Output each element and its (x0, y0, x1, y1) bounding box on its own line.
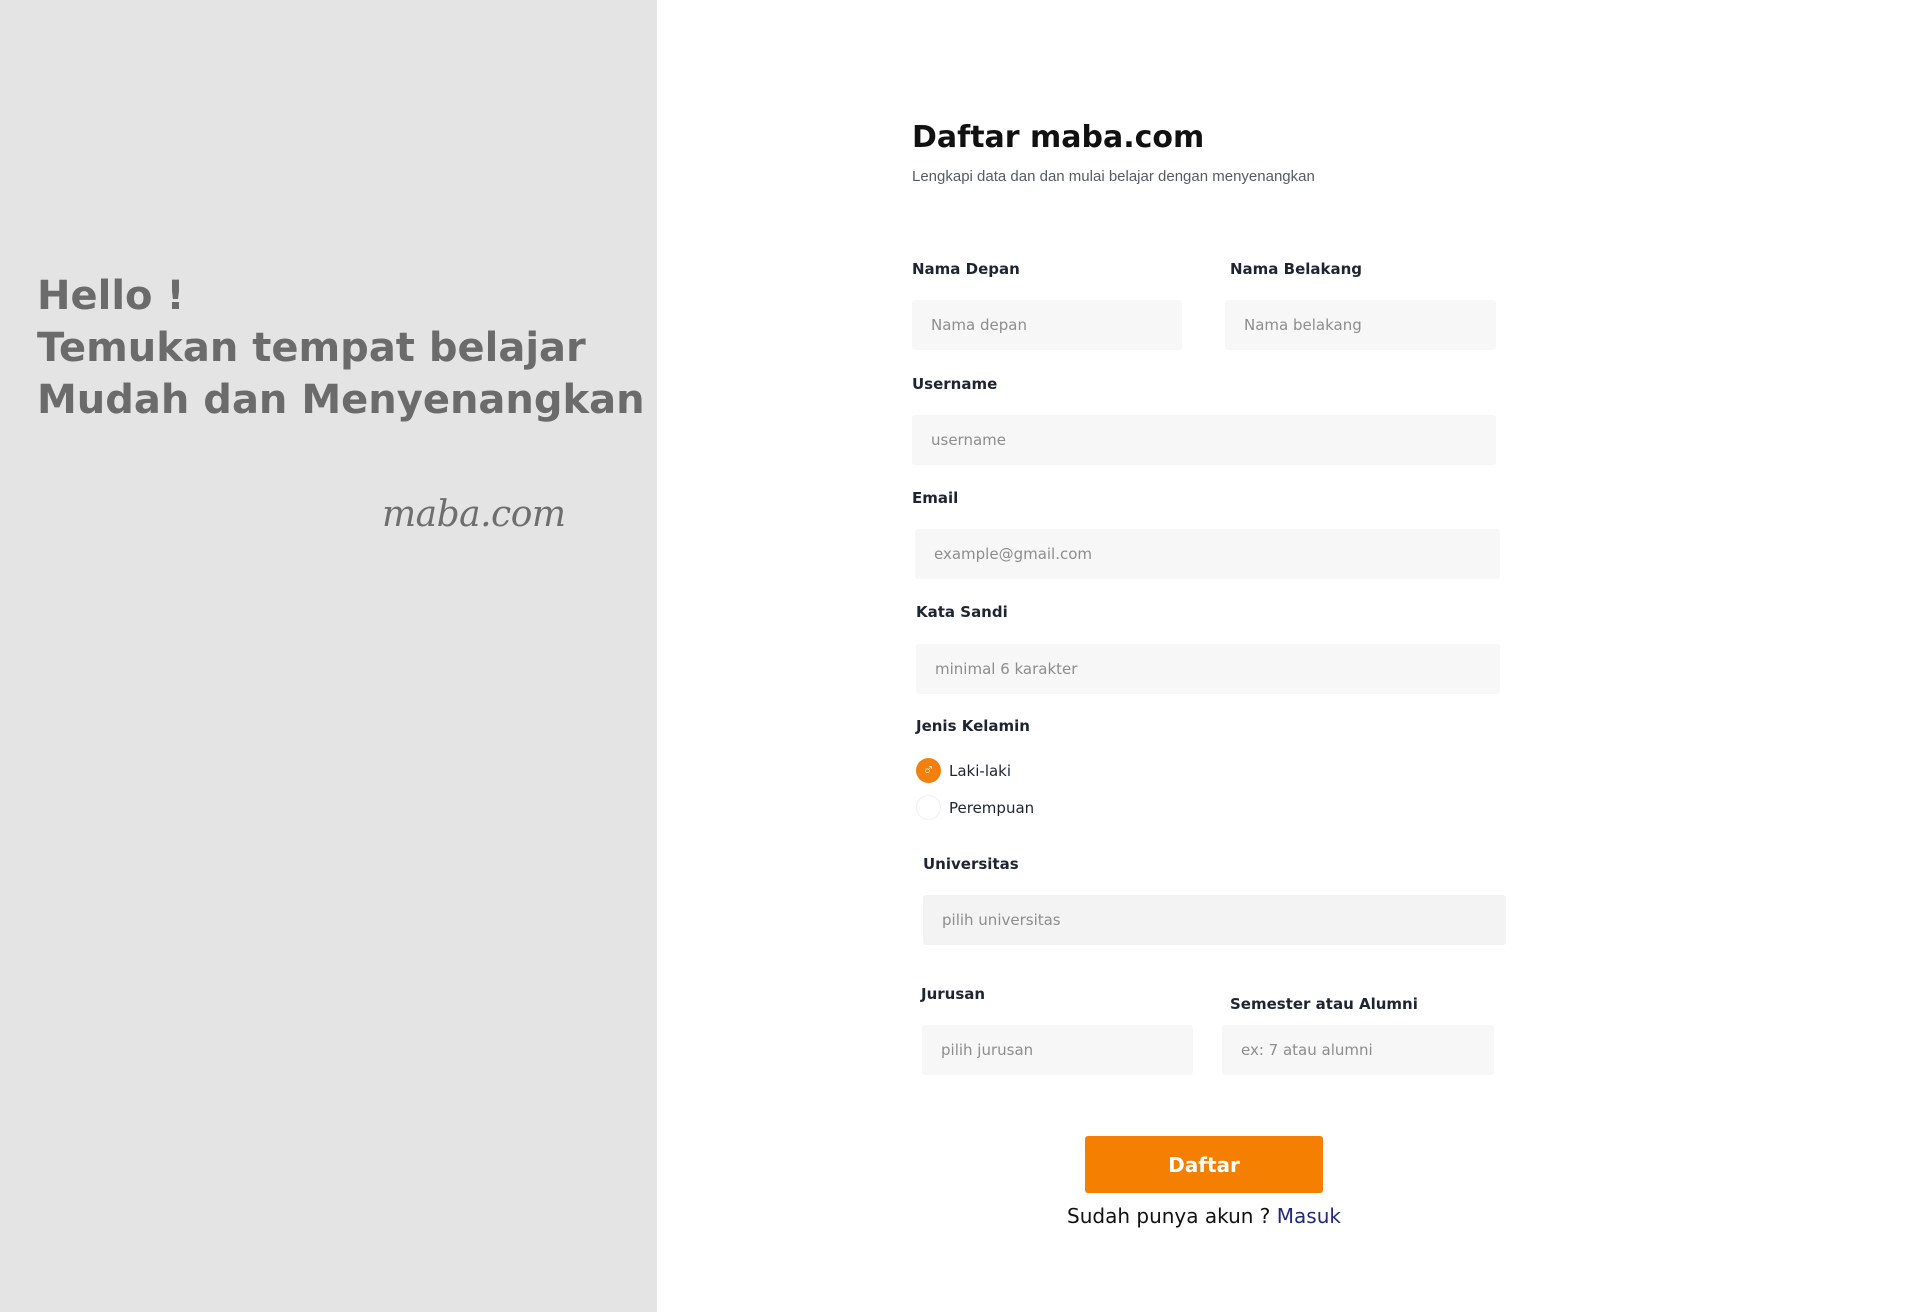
major-label: Jurusan (921, 985, 986, 1003)
email-input[interactable] (915, 529, 1500, 579)
last-name-label: Nama Belakang (1230, 260, 1363, 278)
hero-tagline-1: Temukan tempat belajar (37, 325, 586, 371)
first-name-input[interactable] (912, 300, 1182, 350)
first-name-label: Nama Depan (912, 260, 1020, 278)
semester-label: Semester atau Alumni (1230, 995, 1418, 1013)
password-label: Kata Sandi (916, 603, 1008, 621)
password-input[interactable] (916, 644, 1500, 694)
username-label: Username (912, 375, 998, 393)
gender-option-male[interactable]: ♂ Laki-laki (916, 758, 1011, 783)
page-title: Daftar maba.com (912, 120, 1205, 155)
major-select[interactable] (922, 1025, 1193, 1075)
page-subtitle: Lengkapi data dan dan mulai belajar deng… (912, 168, 1315, 185)
gender-label: Jenis Kelamin (916, 717, 1030, 735)
register-button[interactable]: Daftar (1085, 1136, 1323, 1193)
register-form: Daftar maba.com Lengkapi data dan dan mu… (912, 0, 1532, 1312)
login-prompt-text: Sudah punya akun ? (1067, 1204, 1271, 1228)
last-name-input[interactable] (1225, 300, 1496, 350)
hero-greeting: Hello ! (37, 273, 185, 319)
gender-option-label: Laki-laki (949, 761, 1012, 780)
brand-logo: maba.com (382, 494, 566, 535)
hero-headline: Hello ! Temukan tempat belajar Mudah dan… (37, 270, 647, 426)
semester-input[interactable] (1222, 1025, 1494, 1075)
login-prompt: Sudah punya akun ? Masuk (912, 1204, 1496, 1228)
gender-option-label: Perempuan (949, 798, 1035, 817)
left-panel: Hello ! Temukan tempat belajar Mudah dan… (0, 0, 657, 1312)
male-icon[interactable]: ♂ (916, 758, 941, 783)
gender-option-female[interactable]: Perempuan (916, 795, 1034, 820)
login-link[interactable]: Masuk (1277, 1204, 1341, 1228)
university-select[interactable] (923, 895, 1506, 945)
hero-tagline-2: Mudah dan Menyenangkan (37, 377, 645, 423)
radio-unchecked-icon[interactable] (916, 795, 941, 820)
university-label: Universitas (923, 855, 1019, 873)
username-input[interactable] (912, 415, 1496, 465)
email-label: Email (912, 489, 959, 507)
